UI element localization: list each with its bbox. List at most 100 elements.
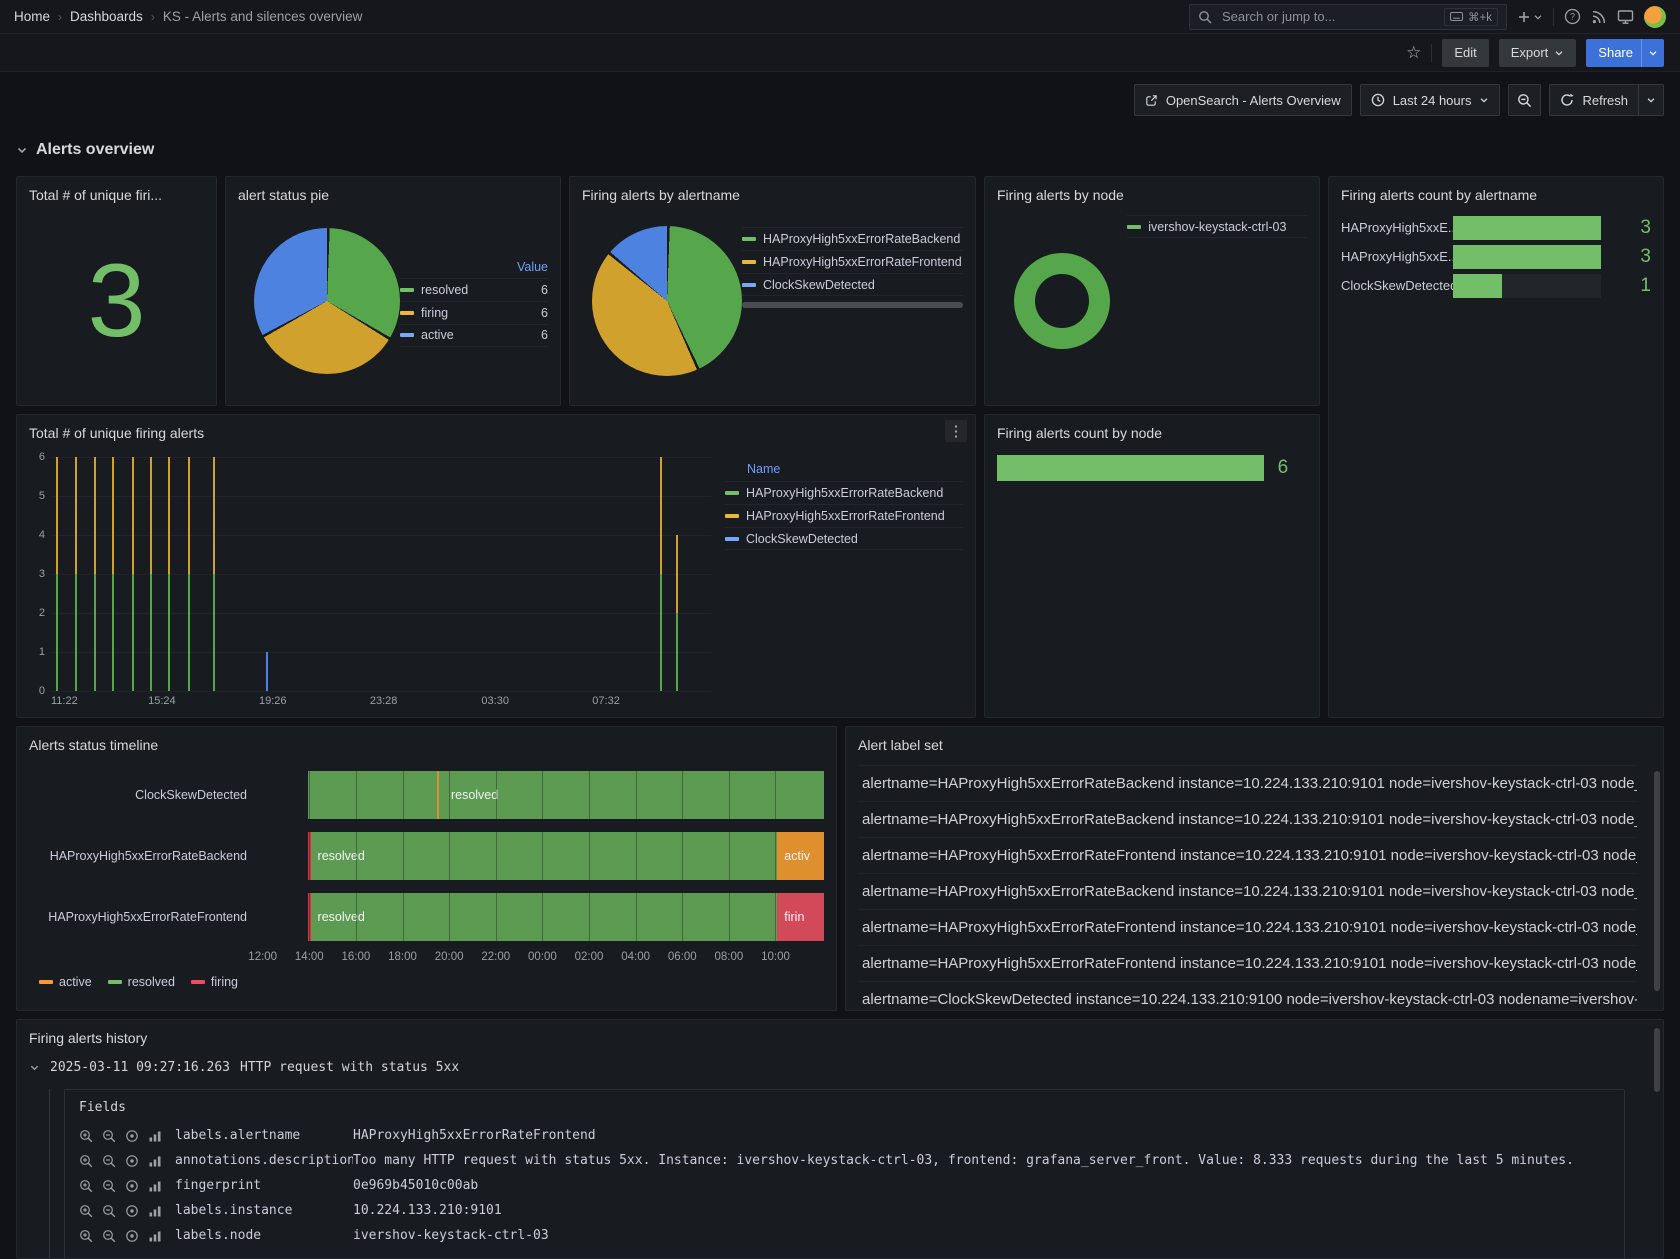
share-caret-button[interactable] [1641, 39, 1664, 67]
zoom-in-filter-icon[interactable] [79, 1179, 93, 1193]
breadcrumb-item[interactable]: Home [14, 9, 50, 24]
toggle-field-icon[interactable] [125, 1129, 139, 1143]
zoom-out-filter-icon[interactable] [102, 1229, 116, 1243]
toggle-field-icon[interactable] [125, 1154, 139, 1168]
log-row[interactable]: 2025-03-11 09:27:16.263 HTTP request wit… [29, 1060, 1651, 1075]
timeline-segment: resolved [311, 893, 778, 941]
time-range-picker[interactable]: Last 24 hours [1360, 84, 1501, 116]
legend-swatch [191, 980, 205, 984]
panel-title[interactable]: Total # of unique firi... [29, 185, 204, 205]
zoom-out-filter-icon[interactable] [102, 1129, 116, 1143]
user-avatar[interactable] [1644, 6, 1666, 28]
zoom-out-filter-icon[interactable] [102, 1179, 116, 1193]
breadcrumb-item[interactable]: Dashboards [70, 9, 143, 24]
zoom-in-filter-icon[interactable] [79, 1129, 93, 1143]
panel-title[interactable]: Total # of unique firing alerts [29, 423, 963, 443]
search-box[interactable]: ⌘+k [1189, 4, 1507, 30]
share-button[interactable]: Share [1586, 39, 1641, 67]
panel-title[interactable]: Firing alerts by node [997, 185, 1307, 205]
help-icon[interactable]: ? [1564, 8, 1581, 25]
alert-label-row[interactable]: alertname=HAProxyHigh5xxErrorRateBackend… [858, 802, 1637, 838]
panel-title[interactable]: Firing alerts count by alertname [1341, 185, 1651, 205]
legend-swatch [742, 237, 756, 241]
panel-title[interactable]: Firing alerts count by node [997, 423, 1307, 443]
legend-item[interactable]: ClockSkewDetected [725, 527, 963, 550]
legend-label: active [59, 975, 92, 989]
alert-label-row[interactable]: alertname=HAProxyHigh5xxErrorRateFronten… [858, 838, 1637, 874]
edit-button[interactable]: Edit [1442, 39, 1488, 67]
new-menu-button[interactable] [1517, 10, 1543, 24]
zoom-in-filter-icon[interactable] [79, 1154, 93, 1168]
breadcrumb-item[interactable]: KS - Alerts and silences overview [163, 9, 363, 24]
timeline-legend-item[interactable]: active [39, 975, 92, 989]
legend-item[interactable]: ivershov-keystack-ctrl-03 [1127, 215, 1307, 238]
legend-item[interactable]: HAProxyHigh5xxErrorRateBackend [725, 481, 963, 504]
timeline-legend-item[interactable]: firing [191, 975, 238, 989]
panel-alert-label-set: Alert label set alertname=HAProxyHigh5xx… [845, 726, 1664, 1011]
panel-title[interactable]: Firing alerts by alertname [582, 185, 963, 205]
legend-item[interactable]: HAProxyHigh5xxErrorRateBackend [742, 227, 963, 250]
timeline-gridline [449, 771, 450, 819]
labelset-scrollbar[interactable] [1654, 771, 1660, 991]
field-stats-icon[interactable] [148, 1204, 162, 1218]
toggle-field-icon[interactable] [125, 1204, 139, 1218]
alert-label-row[interactable]: alertname=HAProxyHigh5xxErrorRateBackend… [858, 766, 1637, 802]
alert-label-row[interactable]: alertname=ClockSkewDetected instance=10.… [858, 982, 1637, 1011]
field-key: labels.alertname [175, 1128, 353, 1143]
log-field-row: annotations.descriptionToo many HTTP req… [79, 1148, 1610, 1173]
clock-icon [1371, 93, 1385, 107]
news-rss-icon[interactable] [1591, 9, 1607, 25]
export-button[interactable]: Export [1499, 39, 1577, 67]
section-alerts-overview[interactable]: Alerts overview [16, 138, 1664, 162]
zoom-out-filter-icon[interactable] [102, 1204, 116, 1218]
timeline-legend-item[interactable]: resolved [108, 975, 175, 989]
monitor-icon[interactable] [1617, 9, 1634, 25]
field-stats-icon[interactable] [148, 1129, 162, 1143]
zoom-in-filter-icon[interactable] [79, 1204, 93, 1218]
legend-item[interactable]: HAProxyHigh5xxErrorRateFrontend [725, 504, 963, 527]
pie-legend: HAProxyHigh5xxErrorRateBackendHAProxyHig… [742, 227, 963, 308]
x-tick-label: 20:00 [435, 951, 464, 963]
zoom-out-time-button[interactable] [1508, 84, 1541, 116]
legend-item[interactable]: resolved6 [400, 278, 548, 301]
alertname-pie-chart [592, 226, 742, 376]
alert-label-row[interactable]: alertname=HAProxyHigh5xxErrorRateFronten… [858, 946, 1637, 982]
toggle-field-icon[interactable] [125, 1229, 139, 1243]
spike-segment [94, 457, 96, 574]
legend-item[interactable]: HAProxyHigh5xxErrorRateFrontend [742, 250, 963, 273]
opensearch-link-button[interactable]: OpenSearch - Alerts Overview [1134, 84, 1352, 116]
panel-title[interactable]: Alerts status timeline [29, 735, 824, 755]
y-tick-label: 6 [39, 451, 45, 463]
zoom-in-filter-icon[interactable] [79, 1229, 93, 1243]
alert-label-row[interactable]: alertname=HAProxyHigh5xxErrorRateFronten… [858, 910, 1637, 946]
panel-menu-kebab-icon[interactable]: ⋮ [945, 420, 967, 442]
alert-label-row[interactable]: alertname=HAProxyHigh5xxErrorRateBackend… [858, 874, 1637, 910]
panel-firing-alerts-count-by-node: Firing alerts count by node 6 [984, 414, 1320, 718]
legend-item[interactable]: firing6 [400, 301, 548, 324]
share-split-button: Share [1586, 39, 1664, 67]
legend-label: HAProxyHigh5xxErrorRateFrontend [746, 509, 963, 523]
log-expand-chevron-icon[interactable] [29, 1062, 40, 1073]
legend-horizontal-scrollbar[interactable] [742, 302, 963, 308]
refresh-button[interactable]: Refresh [1549, 84, 1639, 116]
field-stats-icon[interactable] [148, 1154, 162, 1168]
panel-title[interactable]: Firing alerts history [29, 1028, 1651, 1048]
legend-name-header[interactable]: Name [725, 457, 963, 481]
toggle-field-icon[interactable] [125, 1179, 139, 1193]
history-scrollbar[interactable] [1654, 1028, 1660, 1092]
spike-segment [168, 457, 170, 574]
field-stats-icon[interactable] [148, 1229, 162, 1243]
legend-item[interactable]: active6 [400, 324, 548, 347]
zoom-out-filter-icon[interactable] [102, 1154, 116, 1168]
legend-value-header[interactable]: Value [400, 256, 548, 278]
panel-total-unique-firing-timeseries: Total # of unique firing alerts ⋮ 654321… [16, 414, 976, 718]
refresh-interval-caret[interactable] [1639, 84, 1664, 116]
panel-title[interactable]: alert status pie [238, 185, 548, 205]
field-stats-icon[interactable] [148, 1179, 162, 1193]
timeline-row-plot: resolved [261, 771, 824, 819]
x-tick-label: 00:00 [528, 951, 557, 963]
legend-item[interactable]: ClockSkewDetected [742, 273, 963, 296]
favorite-star-icon[interactable]: ☆ [1406, 43, 1421, 63]
panel-title[interactable]: Alert label set [858, 735, 1651, 755]
search-input[interactable] [1220, 8, 1436, 25]
